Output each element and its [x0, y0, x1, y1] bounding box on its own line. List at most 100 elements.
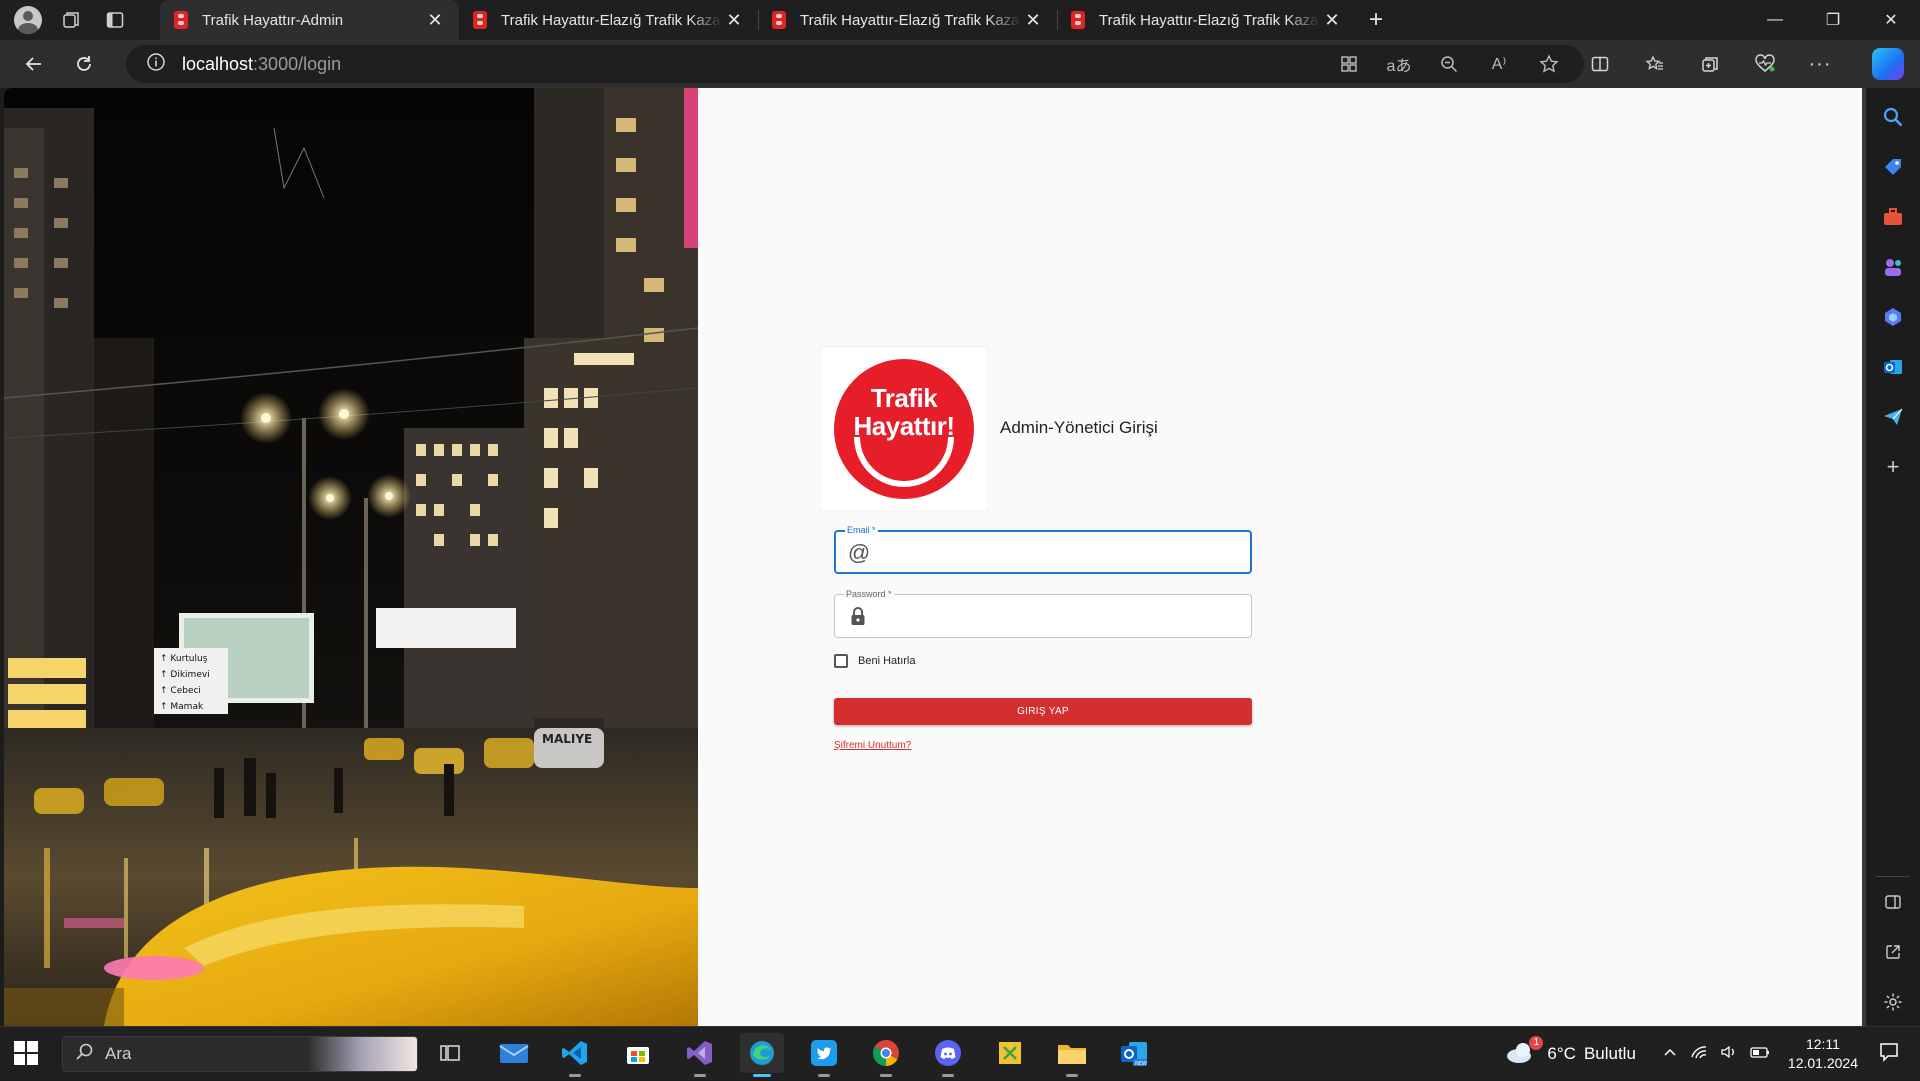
vertical-tabs-icon[interactable]: [100, 5, 130, 35]
weather-widget[interactable]: 1 6°C Bulutlu: [1505, 1035, 1636, 1069]
windows-start-icon[interactable]: [14, 1041, 38, 1065]
file-explorer-icon[interactable]: [1050, 1033, 1094, 1077]
copilot-icon[interactable]: [1872, 48, 1904, 80]
address-bar[interactable]: localhost:3000/login aあ A⁾: [126, 45, 1584, 83]
tab-elazig-2[interactable]: Trafik Hayattır-Elazığ Trafik Kazas ✕: [758, 0, 1057, 40]
email-input[interactable]: [880, 540, 1240, 566]
remember-label: Beni Hatırla: [858, 655, 916, 667]
split-screen-icon[interactable]: [1580, 44, 1620, 84]
weather-alert-badge: 1: [1529, 1035, 1544, 1050]
settings-gear-icon[interactable]: [1879, 988, 1907, 1016]
svg-text:↑ Kurtuluş: ↑ Kurtuluş: [160, 654, 208, 664]
refresh-icon[interactable]: [64, 44, 104, 84]
clock-time: 12:11: [1805, 1036, 1840, 1052]
favorite-star-icon[interactable]: [1534, 49, 1564, 79]
workspaces-icon[interactable]: [56, 5, 86, 35]
system-tray: 1 6°C Bulutlu 12:11 12.01.2024: [1505, 1027, 1920, 1081]
windows-taskbar: Ara NEW 1 6°C Bulutlu 12:11 12.01.2024: [0, 1026, 1920, 1080]
outlook-icon[interactable]: [1879, 353, 1907, 381]
page-title: Admin-Yönetici Girişi: [1000, 418, 1158, 437]
tools-briefcase-icon[interactable]: [1879, 203, 1907, 231]
visual-studio-icon[interactable]: [678, 1033, 722, 1077]
logo-circle: Trafik Hayattır!: [834, 358, 974, 499]
email-field[interactable]: Email * @: [834, 525, 1252, 574]
open-external-icon[interactable]: [1879, 938, 1907, 966]
tab-elazig-3[interactable]: Trafik Hayattır-Elazığ Trafik Kazas ✕: [1057, 0, 1356, 40]
close-tab-icon[interactable]: ✕: [722, 8, 746, 32]
profile-avatar-icon[interactable]: [14, 6, 42, 34]
login-button[interactable]: GIRIŞ YAP: [834, 698, 1252, 725]
store-icon[interactable]: [616, 1033, 660, 1073]
mail-icon[interactable]: [492, 1033, 536, 1073]
read-aloud-icon[interactable]: A⁾: [1484, 49, 1514, 79]
forgot-password-link[interactable]: Şifremi Unuttum?: [834, 740, 911, 751]
apps-icon[interactable]: [1334, 49, 1364, 79]
close-tab-icon[interactable]: ✕: [1320, 8, 1344, 32]
collections-icon[interactable]: [1690, 44, 1730, 84]
tab-title: Trafik Hayattır-Admin: [202, 11, 344, 29]
traffic-light-favicon-icon: [772, 11, 786, 29]
minimize-icon[interactable]: —: [1746, 0, 1804, 40]
weather-desc: Bulutlu: [1583, 1044, 1636, 1063]
browser-toolbar: localhost:3000/login aあ A⁾ ···: [0, 40, 1920, 88]
sidebar-search-icon[interactable]: [1879, 103, 1907, 131]
close-window-icon[interactable]: ✕: [1862, 0, 1920, 40]
cloud-icon: 1: [1505, 1035, 1544, 1069]
zoom-out-icon[interactable]: [1434, 49, 1464, 79]
more-options-icon[interactable]: ···: [1800, 44, 1840, 84]
toolbar-right-actions: ···: [1580, 44, 1840, 84]
logo-text-line1: Trafik: [870, 382, 938, 413]
svg-text:↑ Cebeci: ↑ Cebeci: [160, 686, 201, 696]
games-icon[interactable]: [1879, 253, 1907, 281]
close-tab-icon[interactable]: ✕: [423, 8, 447, 32]
microsoft365-icon[interactable]: [1879, 303, 1907, 331]
search-icon: [75, 1042, 95, 1067]
remember-checkbox[interactable]: [834, 654, 848, 668]
favorites-icon[interactable]: [1635, 44, 1675, 84]
tab-elazig-1[interactable]: Trafik Hayattır-Elazığ Trafik Kazas ✕: [459, 0, 758, 40]
task-view-icon[interactable]: [428, 1033, 472, 1073]
shopping-tag-icon[interactable]: [1879, 153, 1907, 181]
back-arrow-icon[interactable]: [14, 44, 54, 84]
telegram-send-icon[interactable]: [1879, 403, 1907, 431]
clock[interactable]: 12:11 12.01.2024: [1788, 1035, 1858, 1073]
password-field[interactable]: Password *: [834, 589, 1252, 638]
traffic-light-favicon-icon: [1071, 11, 1085, 29]
password-input[interactable]: [879, 603, 1239, 629]
close-tab-icon[interactable]: ✕: [1021, 8, 1045, 32]
edge-icon[interactable]: [740, 1033, 784, 1077]
add-sidebar-app-icon[interactable]: +: [1879, 453, 1907, 481]
chevron-up-icon[interactable]: [1662, 1044, 1678, 1065]
city-night-hero-image: ↑ Kurtuluş ↑ Dikimevi ↑ Cebeci ↑ Mamak M…: [4, 88, 698, 1026]
lock-icon: [847, 605, 869, 627]
tab-admin[interactable]: Trafik Hayattır-Admin ✕: [160, 0, 459, 40]
edge-sidebar: +: [1866, 88, 1920, 1026]
translate-icon[interactable]: aあ: [1384, 49, 1414, 79]
restore-icon[interactable]: ❐: [1804, 0, 1862, 40]
hide-sidebar-icon[interactable]: [1879, 888, 1907, 916]
outlook-new-icon[interactable]: NEW: [1112, 1033, 1156, 1073]
taskbar-search-box[interactable]: Ara: [62, 1036, 418, 1072]
window-controls: — ❐ ✕: [1746, 0, 1920, 40]
notifications-icon[interactable]: [1878, 1041, 1904, 1068]
password-label: Password *: [844, 589, 894, 599]
clock-date: 12.01.2024: [1787, 1055, 1858, 1071]
wifi-icon[interactable]: [1690, 1044, 1708, 1065]
remember-me[interactable]: Beni Hatırla: [834, 654, 915, 668]
browser-essentials-icon[interactable]: [1745, 44, 1785, 84]
url-text: localhost:3000/login: [182, 53, 342, 74]
vscode-icon[interactable]: [553, 1033, 597, 1077]
sticky-tool-icon[interactable]: [988, 1033, 1032, 1073]
browser-tab-bar: Trafik Hayattır-Admin ✕ Trafik Hayattır-…: [0, 0, 1920, 40]
site-info-icon[interactable]: [146, 52, 166, 77]
new-tab-button[interactable]: +: [1356, 0, 1396, 40]
address-bar-actions: aあ A⁾: [1334, 49, 1564, 79]
volume-icon[interactable]: [1720, 1044, 1738, 1065]
chrome-icon[interactable]: [864, 1033, 908, 1077]
traffic-light-favicon-icon: [174, 11, 188, 29]
twitter-icon[interactable]: [802, 1033, 846, 1077]
battery-icon[interactable]: [1750, 1044, 1770, 1065]
svg-text:↑ Dikimevi: ↑ Dikimevi: [160, 670, 210, 680]
discord-icon[interactable]: [926, 1033, 970, 1077]
tab-title: Trafik Hayattır-Elazığ Trafik Kazas: [501, 11, 722, 29]
